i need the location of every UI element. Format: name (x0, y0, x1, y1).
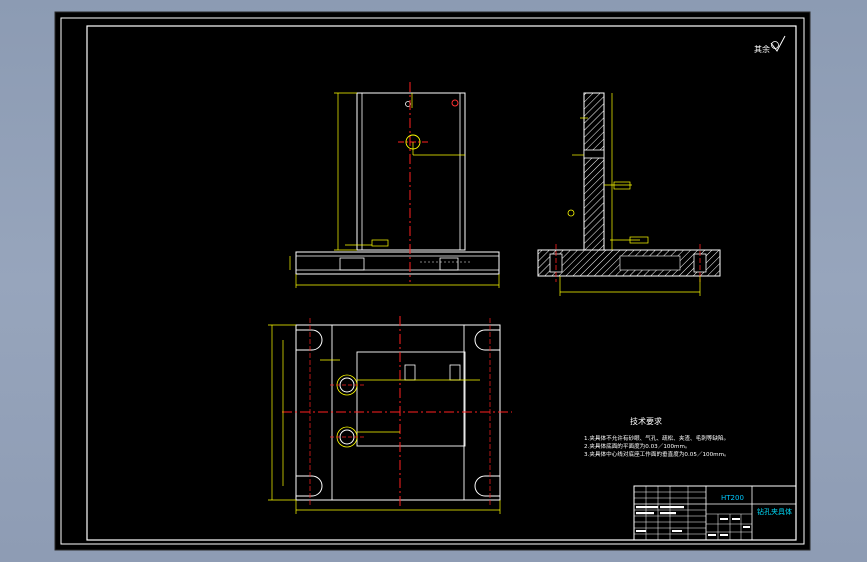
tech-requirement-1: 1.夹具体不允许有砂眼、气孔、疏松、夹渣、毛刺等缺陷。 (584, 434, 729, 442)
title-block-material: HT200 (721, 494, 744, 502)
side-view-hatched-web (583, 92, 605, 251)
title-block-part-name: 钻孔夹具体 (757, 507, 792, 516)
tech-requirements-title: 技术要求 (630, 416, 662, 426)
roughness-note-label: 其余 (754, 44, 770, 54)
tech-requirement-2: 2.夹具体底面的平面度为0.03／100mm。 (584, 442, 691, 450)
tech-requirement-3: 3.夹具体中心线对底座工作面的垂直度为0.05／100mm。 (584, 450, 730, 458)
cad-drawing-sheet: 其余 技术要求 1.夹具体不允许有砂眼、气孔、疏松、夹渣、毛刺等缺陷。 2.夹具… (54, 11, 811, 551)
